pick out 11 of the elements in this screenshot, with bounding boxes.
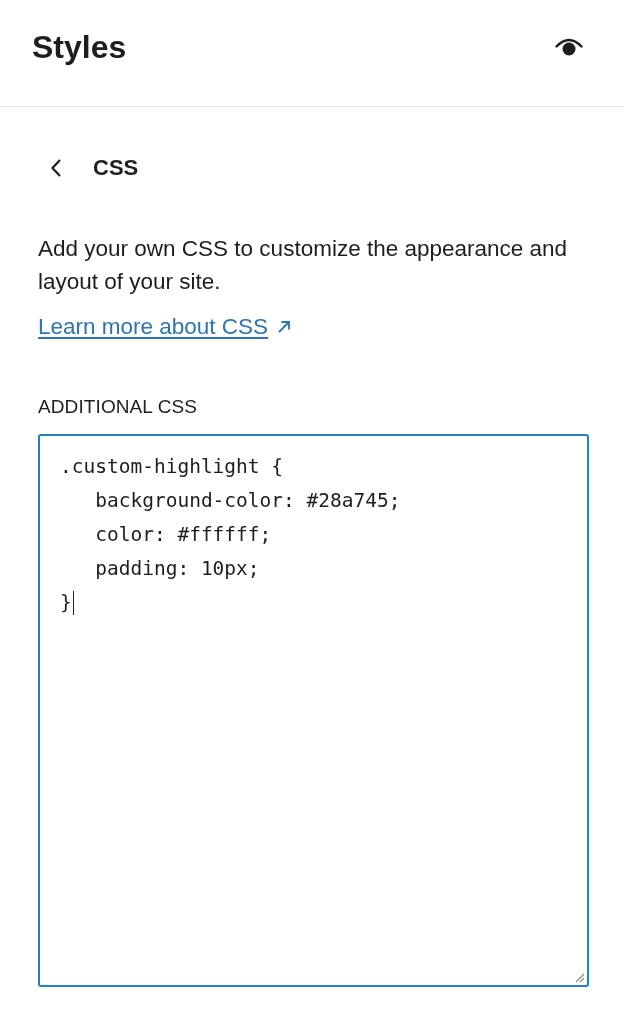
chevron-left-icon — [50, 158, 62, 178]
description-text: Add your own CSS to customize the appearance and layout of your site. — [38, 235, 569, 296]
section-heading: CSS — [93, 154, 139, 182]
field-label: ADDITIONAL CSS — [38, 395, 199, 419]
resize-handle-icon[interactable] — [575, 973, 585, 983]
external-link-icon — [278, 321, 291, 333]
css-code-field[interactable]: .custom-highlight { background-color: #28a745; color: #ffffff; padding: 10px; } — [38, 434, 589, 987]
eye-icon — [555, 38, 583, 56]
text-cursor-icon — [72, 591, 75, 615]
learn-more-link[interactable]: Learn more about CSS — [38, 310, 291, 344]
panel-title: Styles — [32, 28, 127, 67]
